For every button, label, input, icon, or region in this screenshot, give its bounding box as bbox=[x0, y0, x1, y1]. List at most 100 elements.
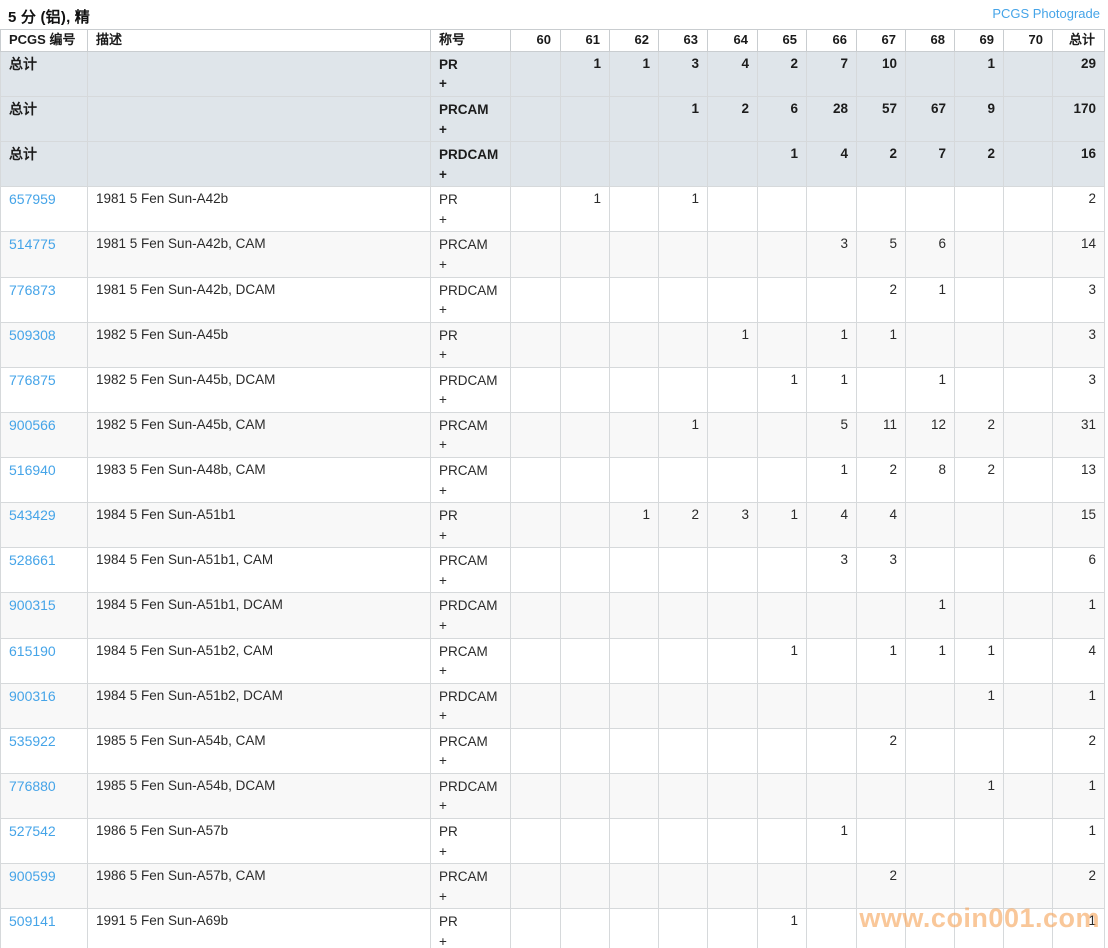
grade-62-cell: 1 bbox=[609, 502, 659, 549]
grade-68-cell bbox=[905, 818, 955, 865]
designation-text: PRCAM bbox=[439, 237, 488, 253]
grade-69-cell: 1 bbox=[954, 50, 1004, 98]
grade-69-cell bbox=[954, 231, 1004, 278]
pcgs-number-link[interactable]: 657959 bbox=[9, 191, 56, 207]
designation-cell: PRDCAM + bbox=[430, 366, 511, 413]
column-header-64: 64 bbox=[707, 29, 758, 52]
pcgs-number-link[interactable]: 900316 bbox=[9, 688, 56, 704]
total-cell: 29 bbox=[1052, 50, 1105, 98]
grade-69-cell bbox=[954, 547, 1004, 594]
total-cell: 1 bbox=[1052, 592, 1105, 639]
total-cell: 1 bbox=[1052, 682, 1105, 729]
grade-62-cell bbox=[609, 863, 659, 910]
pcgs-number-link[interactable]: 776875 bbox=[9, 372, 56, 388]
pcgs-number-link[interactable]: 516940 bbox=[9, 462, 56, 478]
grade-64-cell bbox=[707, 547, 758, 594]
pcgs-number-link[interactable]: 776880 bbox=[9, 778, 56, 794]
pcgs-number-link[interactable]: 615190 bbox=[9, 643, 56, 659]
designation-plus: + bbox=[439, 663, 447, 679]
grade-68-cell: 67 bbox=[905, 96, 955, 143]
description-text: 1981 5 Fen Sun-A42b bbox=[96, 191, 229, 207]
pcgs-number-link[interactable]: 514775 bbox=[9, 236, 56, 252]
summary-row: 总计 PR +1 1 3 4 2 7 10 1 29 bbox=[0, 50, 1105, 98]
grade-66-cell bbox=[806, 637, 857, 684]
grade-61-cell bbox=[560, 502, 610, 549]
grade-63-cell bbox=[658, 592, 708, 639]
grade-60-cell bbox=[510, 682, 561, 729]
grade-62-cell bbox=[609, 186, 659, 233]
grade-65-cell bbox=[757, 727, 807, 774]
designation-cell: PRCAM + bbox=[430, 863, 511, 910]
grade-61-cell bbox=[560, 141, 610, 188]
description-text: 1982 5 Fen Sun-A45b bbox=[96, 326, 229, 342]
table-header-row: PCGS 编号 描述 称号 60 61 62 63 64 65 66 67 68 69 70 总计 bbox=[0, 29, 1105, 52]
table-row: 615190 1984 5 Fen Sun-A51b2, CAM PRCAM +1 1 1… bbox=[0, 637, 1105, 684]
pcgs-photograde-link[interactable]: PCGS Photograde bbox=[992, 6, 1100, 21]
column-header-69: 69 bbox=[954, 29, 1004, 52]
table-row: 543429 1984 5 Fen Sun-A51b1 PR +1 2 3 1 4 4 15 bbox=[0, 502, 1105, 549]
pcgs-number-link[interactable]: 900315 bbox=[9, 597, 56, 613]
grade-62-cell bbox=[609, 592, 659, 639]
description-text: 1983 5 Fen Sun-A48b, CAM bbox=[96, 462, 266, 478]
grade-70-cell bbox=[1003, 727, 1053, 774]
summary-label: 总计 bbox=[9, 146, 37, 163]
pcgs-number-link[interactable]: 535922 bbox=[9, 733, 56, 749]
designation-text: PRCAM bbox=[439, 417, 488, 433]
grade-60-cell bbox=[510, 186, 561, 233]
description-text: 1982 5 Fen Sun-A45b, DCAM bbox=[96, 371, 276, 387]
grade-63-cell bbox=[658, 547, 708, 594]
grade-64-cell bbox=[707, 682, 758, 729]
column-header-62: 62 bbox=[609, 29, 659, 52]
pcgs-number-link[interactable]: 900599 bbox=[9, 868, 56, 884]
pcgs-number-link[interactable]: 776873 bbox=[9, 282, 56, 298]
pcgs-number-link[interactable]: 543429 bbox=[9, 507, 56, 523]
pcgs-number-cell: 776875 bbox=[0, 366, 88, 413]
description-text: 1984 5 Fen Sun-A51b2, DCAM bbox=[96, 687, 283, 703]
grade-61-cell bbox=[560, 863, 610, 910]
grade-60-cell bbox=[510, 908, 561, 948]
grade-63-cell bbox=[658, 276, 708, 323]
grade-64-cell: 1 bbox=[707, 321, 758, 368]
description-cell: 1981 5 Fen Sun-A42b bbox=[87, 186, 431, 233]
description-text: 1981 5 Fen Sun-A42b, CAM bbox=[96, 236, 266, 252]
total-cell: 2 bbox=[1052, 186, 1105, 233]
grade-70-cell bbox=[1003, 276, 1053, 323]
designation-cell: PR + bbox=[430, 502, 511, 549]
grade-68-cell bbox=[905, 321, 955, 368]
designation-cell: PR + bbox=[430, 908, 511, 948]
designation-cell: PRCAM + bbox=[430, 547, 511, 594]
designation-text: PR bbox=[439, 508, 458, 524]
pcgs-number-link[interactable]: 509308 bbox=[9, 327, 56, 343]
grade-70-cell bbox=[1003, 141, 1053, 188]
pcgs-number-cell: 615190 bbox=[0, 637, 88, 684]
pcgs-number-link[interactable]: 527542 bbox=[9, 823, 56, 839]
grade-63-cell: 1 bbox=[658, 96, 708, 143]
page-title: 5 分 (铝), 精 bbox=[8, 9, 91, 26]
grade-68-cell bbox=[905, 547, 955, 594]
grade-66-cell bbox=[806, 186, 857, 233]
grade-61-cell bbox=[560, 682, 610, 729]
summary-row: 总计 PRDCAM +1 4 2 7 2 16 bbox=[0, 141, 1105, 188]
description-text: 1984 5 Fen Sun-A51b1, CAM bbox=[96, 552, 274, 568]
pcgs-number-link[interactable]: 528661 bbox=[9, 552, 56, 568]
designation-plus: + bbox=[439, 256, 447, 272]
table-row: 528661 1984 5 Fen Sun-A51b1, CAM PRCAM +3 3 6 bbox=[0, 547, 1105, 594]
grade-67-cell: 4 bbox=[856, 502, 906, 549]
grade-60-cell bbox=[510, 727, 561, 774]
grade-60-cell bbox=[510, 457, 561, 504]
designation-text: PRDCAM bbox=[439, 282, 498, 298]
grade-67-cell: 5 bbox=[856, 231, 906, 278]
grade-67-cell: 1 bbox=[856, 321, 906, 368]
designation-text: PRCAM bbox=[439, 553, 488, 569]
total-cell: 1 bbox=[1052, 772, 1105, 820]
grade-69-cell: 2 bbox=[954, 141, 1004, 188]
grade-64-cell bbox=[707, 592, 758, 639]
description-cell: 1991 5 Fen Sun-A69b bbox=[87, 908, 431, 948]
description-text: 1984 5 Fen Sun-A51b2, CAM bbox=[96, 642, 274, 658]
total-cell: 1 bbox=[1052, 908, 1105, 948]
table-row: 527542 1986 5 Fen Sun-A57b PR +1 1 bbox=[0, 818, 1105, 865]
designation-plus: + bbox=[439, 482, 447, 498]
pcgs-number-link[interactable]: 900566 bbox=[9, 417, 56, 433]
pcgs-number-link[interactable]: 509141 bbox=[9, 913, 56, 929]
grade-62-cell: 1 bbox=[609, 50, 659, 98]
